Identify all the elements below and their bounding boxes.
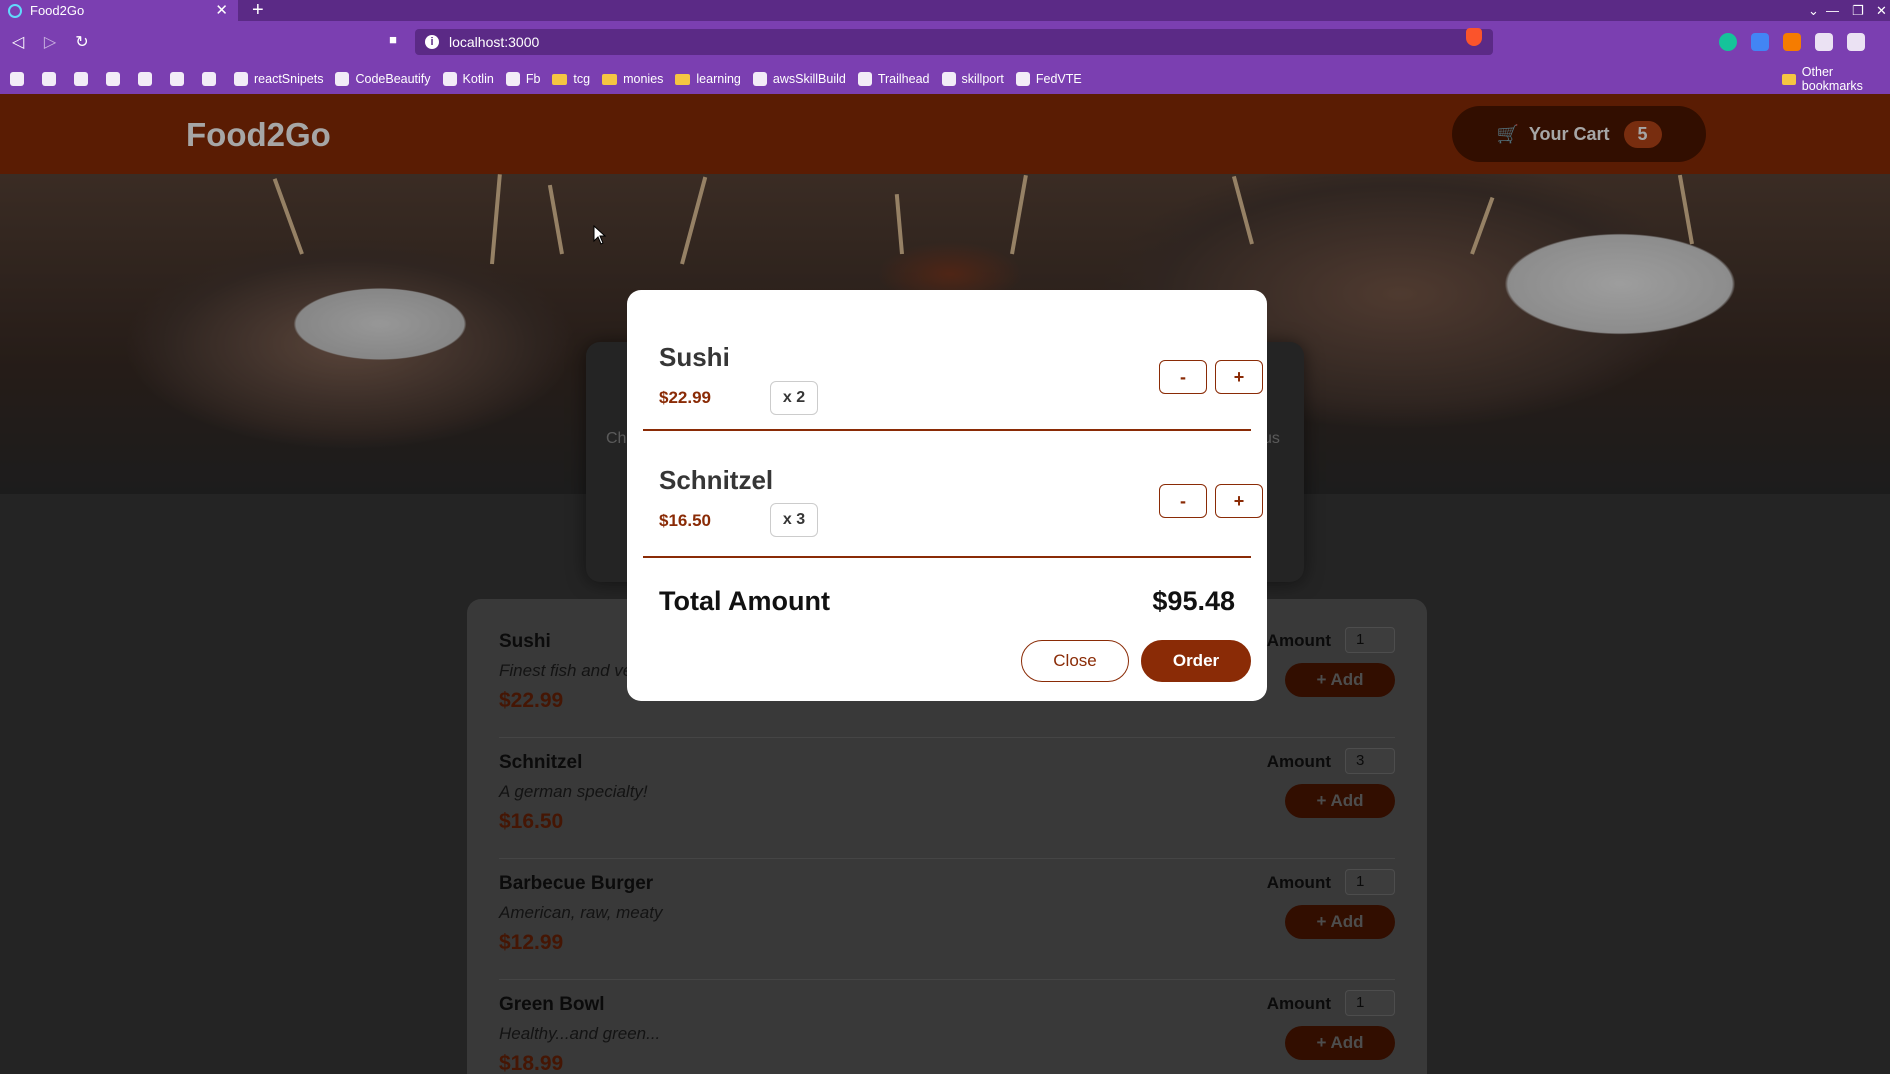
bookmark-item[interactable]: FedVTE bbox=[1015, 72, 1082, 86]
react-icon bbox=[8, 3, 22, 18]
decrease-button[interactable]: - bbox=[1159, 360, 1207, 394]
linkedin-icon bbox=[106, 72, 120, 86]
folder-icon bbox=[602, 73, 618, 85]
cart-item-name: Schnitzel bbox=[659, 465, 774, 495]
folder-icon bbox=[552, 73, 568, 85]
increase-button[interactable]: + bbox=[1215, 360, 1263, 394]
extension-icon[interactable] bbox=[1783, 33, 1801, 51]
bookmark-item[interactable]: tcg bbox=[552, 72, 590, 86]
gmail-icon bbox=[10, 72, 24, 86]
bookmark-item[interactable]: reactSnipets bbox=[234, 72, 323, 86]
total-value: $95.48 bbox=[1152, 586, 1235, 616]
wallet-icon[interactable] bbox=[1847, 33, 1865, 51]
bookmark-item[interactable] bbox=[138, 72, 158, 86]
github-icon bbox=[234, 72, 248, 86]
bookmark-item[interactable] bbox=[106, 72, 126, 86]
decrease-button[interactable]: - bbox=[1159, 484, 1207, 518]
modal-actions: Close Order bbox=[1021, 640, 1251, 682]
bookmark-label: Trailhead bbox=[877, 72, 930, 86]
close-window-button[interactable]: ✕ bbox=[1876, 0, 1887, 21]
tab-close-icon[interactable]: ✕ bbox=[215, 1, 228, 19]
other-bookmarks[interactable]: Other bookmarks bbox=[1782, 64, 1890, 94]
aws-icon bbox=[752, 72, 767, 86]
folder-icon bbox=[1782, 73, 1796, 85]
cart-item: Sushi $22.99 x 2 - + bbox=[643, 290, 1263, 431]
codebeautify-icon bbox=[335, 72, 350, 86]
cart-item-name: Sushi bbox=[659, 342, 730, 372]
page: Food2Go 🛒 Your Cart 5 Ch us Sushi Finest… bbox=[0, 94, 1890, 1074]
browser-toolbar: ◁ ▷ ↻ ■ i localhost:3000 bbox=[0, 21, 1890, 64]
browser-tab[interactable]: Food2Go ✕ bbox=[0, 0, 238, 21]
brave-shield-icon[interactable] bbox=[1466, 28, 1482, 46]
total-row: Total Amount $95.48 bbox=[643, 586, 1251, 626]
cart-item-quantity: x 2 bbox=[770, 381, 818, 415]
puzzle-icon[interactable] bbox=[1815, 33, 1833, 51]
notion-icon bbox=[42, 72, 56, 86]
bookmark-label: learning bbox=[696, 72, 741, 86]
folder-icon bbox=[675, 73, 691, 85]
other-bookmarks-label: Other bookmarks bbox=[1801, 65, 1863, 93]
increase-button[interactable]: + bbox=[1215, 484, 1263, 518]
url-text: localhost:3000 bbox=[449, 34, 540, 50]
bookmark-item[interactable]: learning bbox=[675, 72, 741, 86]
bookmark-item[interactable]: awsSkillBuild bbox=[752, 72, 846, 86]
bookmark-label: awsSkillBuild bbox=[772, 72, 846, 86]
browser-tab-strip: Food2Go ✕ + ⌄ — ❐ ✕ bbox=[0, 0, 1890, 21]
bookmark-label: reactSnipets bbox=[254, 72, 324, 86]
bookmark-item[interactable] bbox=[74, 72, 94, 86]
bookmark-item[interactable] bbox=[42, 72, 62, 86]
bookmark-item[interactable]: Kotlin bbox=[442, 72, 494, 86]
bookmark-label: tcg bbox=[573, 72, 591, 86]
bookmark-label: Kotlin bbox=[462, 72, 494, 86]
address-bar[interactable]: i localhost:3000 bbox=[415, 29, 1493, 55]
bookmark-item[interactable]: CodeBeautify bbox=[335, 72, 431, 86]
reload-icon[interactable]: ↻ bbox=[72, 32, 92, 52]
cart-item: Schnitzel $16.50 x 3 - + bbox=[643, 431, 1263, 558]
cart-item-price: $16.50 bbox=[659, 511, 711, 530]
github-icon bbox=[138, 72, 152, 86]
bookmark-item[interactable]: monies bbox=[602, 72, 663, 86]
bookmark-item[interactable] bbox=[10, 72, 30, 86]
fedvte-icon bbox=[1015, 72, 1030, 86]
skillport-icon bbox=[941, 72, 956, 86]
trailhead-icon bbox=[857, 72, 872, 86]
cart-item-quantity: x 3 bbox=[770, 503, 818, 537]
back-icon[interactable]: ◁ bbox=[8, 32, 28, 52]
bookmark-label: skillport bbox=[961, 72, 1004, 86]
tab-title: Food2Go bbox=[30, 3, 85, 18]
order-button[interactable]: Order bbox=[1141, 640, 1251, 682]
bookmark-item[interactable]: Fb bbox=[505, 72, 541, 86]
minimize-button[interactable]: — bbox=[1826, 0, 1839, 21]
bookmark-item[interactable] bbox=[170, 72, 190, 86]
cart-item-price: $22.99 bbox=[659, 388, 711, 407]
site-info-icon[interactable]: i bbox=[425, 35, 439, 49]
close-button[interactable]: Close bbox=[1021, 640, 1129, 682]
cart-modal: Sushi $22.99 x 2 - + Schnitzel $16.50 x … bbox=[627, 290, 1267, 701]
bookmark-label: Fb bbox=[525, 72, 541, 86]
forward-icon[interactable]: ▷ bbox=[40, 32, 60, 52]
kotlin-icon bbox=[442, 72, 457, 86]
mouse-cursor-icon bbox=[593, 224, 607, 250]
translate-icon[interactable] bbox=[1751, 33, 1769, 51]
app-icon bbox=[202, 72, 216, 86]
bookmark-label: FedVTE bbox=[1035, 72, 1082, 86]
maps-icon bbox=[74, 72, 88, 86]
bookmark-label: monies bbox=[623, 72, 664, 86]
grammarly-icon[interactable] bbox=[1719, 33, 1737, 51]
tab-search-icon[interactable]: ⌄ bbox=[1808, 0, 1819, 21]
app-icon bbox=[170, 72, 184, 86]
bookmark-label: CodeBeautify bbox=[355, 72, 431, 86]
bookmark-item[interactable] bbox=[202, 72, 222, 86]
bookmark-item[interactable]: Trailhead bbox=[857, 72, 930, 86]
bookmark-icon[interactable]: ■ bbox=[383, 32, 403, 47]
new-tab-button[interactable]: + bbox=[252, 0, 264, 22]
bookmarks-bar: reactSnipets CodeBeautify Kotlin Fb tcg monie… bbox=[0, 64, 1890, 94]
bookmark-item[interactable]: skillport bbox=[941, 72, 1004, 86]
fb-icon bbox=[505, 72, 520, 86]
restore-button[interactable]: ❐ bbox=[1852, 0, 1864, 21]
total-label: Total Amount bbox=[659, 586, 830, 616]
